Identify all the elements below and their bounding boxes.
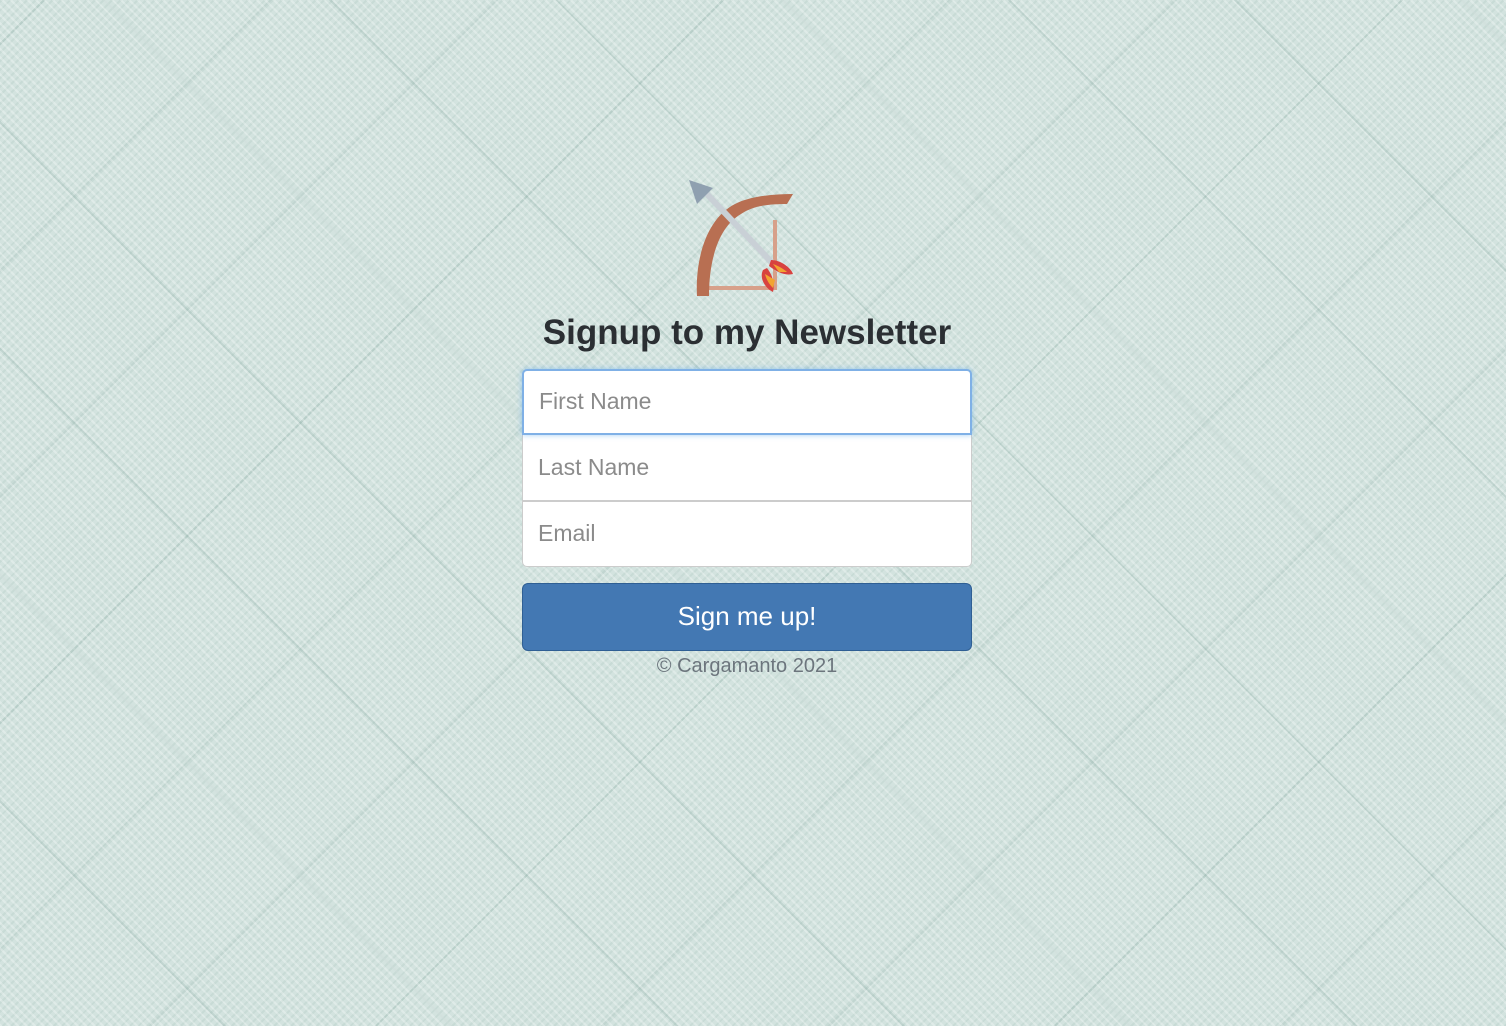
copyright-text: © Cargamanto 2021 xyxy=(656,654,838,677)
page-title: Signup to my Newsletter xyxy=(542,313,952,352)
bow-and-arrow-icon xyxy=(689,180,793,296)
signup-form: Signup to my Newsletter Sign me up! © Ca… xyxy=(522,178,972,678)
sign-up-button[interactable]: Sign me up! xyxy=(522,582,972,651)
input-group xyxy=(522,368,972,567)
first-name-field[interactable] xyxy=(522,368,972,435)
email-field[interactable] xyxy=(522,500,972,567)
last-name-field[interactable] xyxy=(522,434,972,501)
